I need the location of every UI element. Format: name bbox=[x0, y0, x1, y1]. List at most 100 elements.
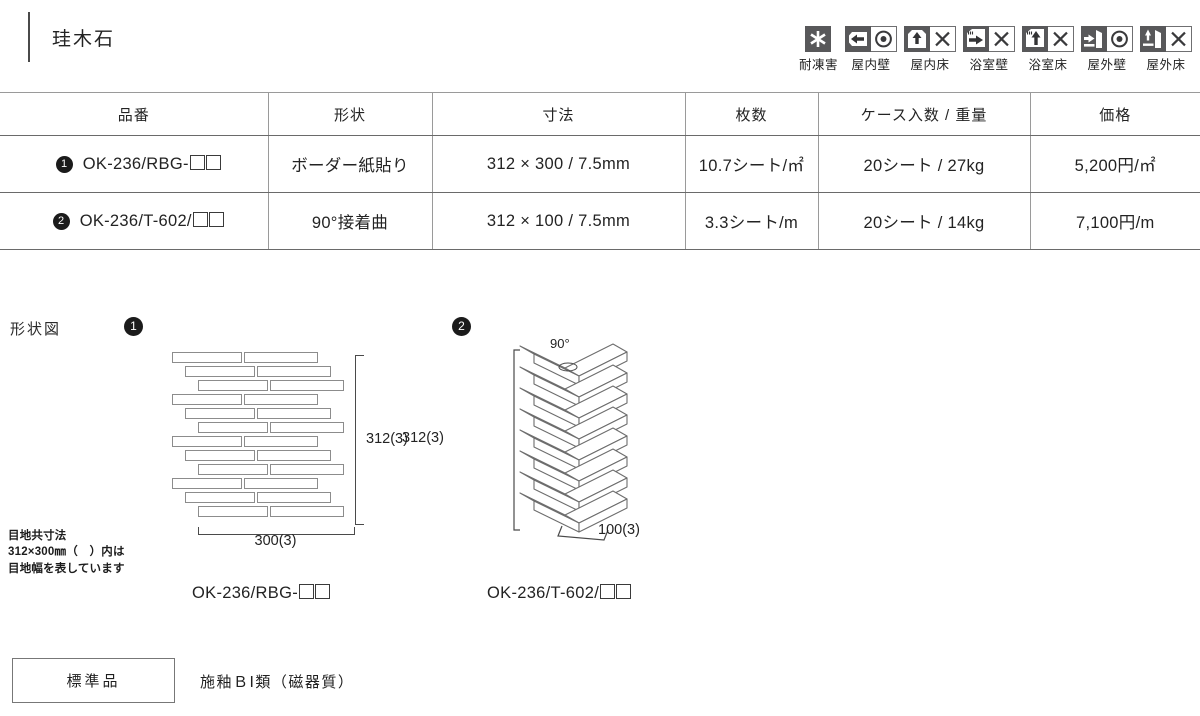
corner-piece-diagram: 90° 312(3) 100(3) bbox=[402, 336, 690, 550]
product-code-text: OK-236/RBG- bbox=[82, 154, 189, 173]
shape-diagram-label: 形状図 bbox=[10, 321, 62, 338]
usage-badge-label: 屋外床 bbox=[1146, 58, 1186, 72]
row-number-badge: 1 bbox=[55, 155, 73, 173]
brick-tile bbox=[257, 492, 331, 503]
product-code-text: OK-236/T-602/ bbox=[79, 211, 192, 230]
case-cell: 20シート / 14kg bbox=[818, 192, 1031, 250]
arrow-down-ground-icon bbox=[1140, 26, 1166, 52]
badge-cells bbox=[1140, 26, 1192, 52]
title-accent-bar bbox=[28, 12, 30, 62]
brick-tile bbox=[270, 380, 344, 391]
placeholder-box-icon bbox=[208, 211, 224, 227]
placeholder-box-icon bbox=[315, 584, 330, 599]
placeholder-box-icon bbox=[192, 211, 208, 227]
column-header-shape: 形状 bbox=[268, 92, 433, 136]
brick-row bbox=[198, 506, 344, 517]
size-cell: 312 × 300 / 7.5mm bbox=[432, 135, 686, 193]
column-header-code: 品番 bbox=[0, 92, 269, 136]
badge-cells bbox=[805, 26, 832, 52]
figure-caption-1-text: OK-236/RBG- bbox=[192, 584, 298, 602]
brick-row bbox=[185, 450, 331, 461]
column-header-price: 価格 bbox=[1030, 92, 1200, 136]
table-header-row: 品番 形状 寸法 枚数 ケース入数 / 重量 価格 bbox=[0, 92, 1200, 136]
dimension-label-horizontal-2: 100(3) bbox=[598, 522, 640, 538]
brick-tile bbox=[198, 380, 268, 391]
shape-cell: 90°接着曲 bbox=[268, 192, 433, 250]
note-line-2: 312×300㎜（ ）内は bbox=[8, 546, 125, 559]
column-header-size: 寸法 bbox=[432, 92, 686, 136]
brick-tile bbox=[198, 464, 268, 475]
table-row: 1 OK-236/RBG- ボーダー紙貼り 312 × 300 / 7.5mm 1… bbox=[0, 135, 1200, 193]
figure-caption-2: OK-236/T-602/ bbox=[487, 584, 632, 603]
brick-tile bbox=[172, 478, 242, 489]
price-cell: 5,200円/㎡ bbox=[1030, 135, 1200, 193]
figure-number-2: 2 bbox=[452, 317, 471, 336]
usage-badge-outdoor-floor: 屋外床 bbox=[1140, 26, 1192, 73]
case-cell: 20シート / 27kg bbox=[818, 135, 1031, 193]
brick-tile bbox=[244, 352, 318, 363]
brick-tile bbox=[244, 394, 318, 405]
usage-badge-label: 屋内壁 bbox=[851, 58, 891, 72]
page-title: 珪木石 bbox=[28, 12, 115, 62]
table-row: 2 OK-236/T-602/ 90°接着曲 312 × 100 / 7.5mm … bbox=[0, 192, 1200, 250]
usage-badge-outdoor-wall: 屋外壁 bbox=[1081, 26, 1133, 73]
placeholder-box-icon bbox=[299, 584, 314, 599]
cross-icon bbox=[930, 26, 956, 52]
row-number-badge: 2 bbox=[52, 212, 70, 230]
quantity-cell: 3.3シート/m bbox=[685, 192, 819, 250]
brick-tile bbox=[257, 450, 331, 461]
brick-row bbox=[172, 478, 318, 489]
usage-badge-label: 耐凍害 bbox=[798, 58, 838, 72]
placeholder-box-icon bbox=[616, 584, 632, 599]
placeholder-box-icon bbox=[600, 584, 616, 599]
placeholder-box-icon bbox=[189, 154, 205, 170]
brick-tile bbox=[185, 492, 255, 503]
usage-badge-indoor-floor: 屋内床 bbox=[904, 26, 956, 73]
brick-tile bbox=[185, 408, 255, 419]
angle-label: 90° bbox=[550, 336, 570, 351]
brick-tile bbox=[172, 394, 242, 405]
placeholder-box-icon bbox=[205, 154, 221, 170]
brick-row bbox=[185, 492, 331, 503]
brick-tile bbox=[185, 450, 255, 461]
brick-row bbox=[185, 408, 331, 419]
shower-arrow-right-icon bbox=[963, 26, 989, 52]
figure-caption-2-text: OK-236/T-602/ bbox=[487, 584, 600, 602]
spec-table: 品番 形状 寸法 枚数 ケース入数 / 重量 価格 1 OK-236/RBG- ボ… bbox=[0, 92, 1200, 250]
note-line-3: 目地幅を表しています bbox=[8, 562, 125, 575]
brick-tile bbox=[270, 506, 344, 517]
badge-cells bbox=[845, 26, 897, 52]
usage-badge-label: 屋外壁 bbox=[1087, 58, 1127, 72]
badge-cells bbox=[904, 26, 956, 52]
dimension-bracket-vertical-1 bbox=[355, 355, 364, 525]
size-cell: 312 × 100 / 7.5mm bbox=[432, 192, 686, 250]
dimension-label-vertical-2: 312(3) bbox=[402, 430, 444, 446]
brick-row bbox=[172, 394, 318, 405]
brick-tile bbox=[244, 436, 318, 447]
usage-badge-label: 屋内床 bbox=[910, 58, 950, 72]
page-header: 珪木石 耐凍害 屋内壁 屋内床 浴室壁 浴室床 屋外壁 屋外床 bbox=[0, 0, 1200, 92]
brick-tile bbox=[198, 422, 268, 433]
quantity-cell: 10.7シート/㎡ bbox=[685, 135, 819, 193]
brick-tile bbox=[270, 464, 344, 475]
brick-row bbox=[185, 366, 331, 377]
border-sheet-diagram bbox=[172, 352, 352, 524]
usage-badge-bathroom-floor: 浴室床 bbox=[1022, 26, 1074, 73]
usage-badge-frost-resistance: 耐凍害 bbox=[799, 26, 838, 73]
snowflake-icon bbox=[805, 26, 832, 52]
double-circle-icon bbox=[1107, 26, 1133, 52]
brick-tile bbox=[198, 506, 268, 517]
standard-product-box: 標準品 bbox=[12, 658, 175, 703]
brick-tile bbox=[257, 366, 331, 377]
brick-row bbox=[198, 380, 344, 391]
badge-cells bbox=[1081, 26, 1133, 52]
usage-badge-indoor-wall: 屋内壁 bbox=[845, 26, 897, 73]
badge-cells bbox=[963, 26, 1015, 52]
product-code-cell: 1 OK-236/RBG- bbox=[0, 135, 269, 193]
cross-icon bbox=[1166, 26, 1192, 52]
page-title-text: 珪木石 bbox=[52, 28, 116, 50]
double-circle-icon bbox=[871, 26, 897, 52]
brick-row bbox=[172, 436, 318, 447]
column-header-quantity: 枚数 bbox=[685, 92, 819, 136]
product-code-cell: 2 OK-236/T-602/ bbox=[0, 192, 269, 250]
